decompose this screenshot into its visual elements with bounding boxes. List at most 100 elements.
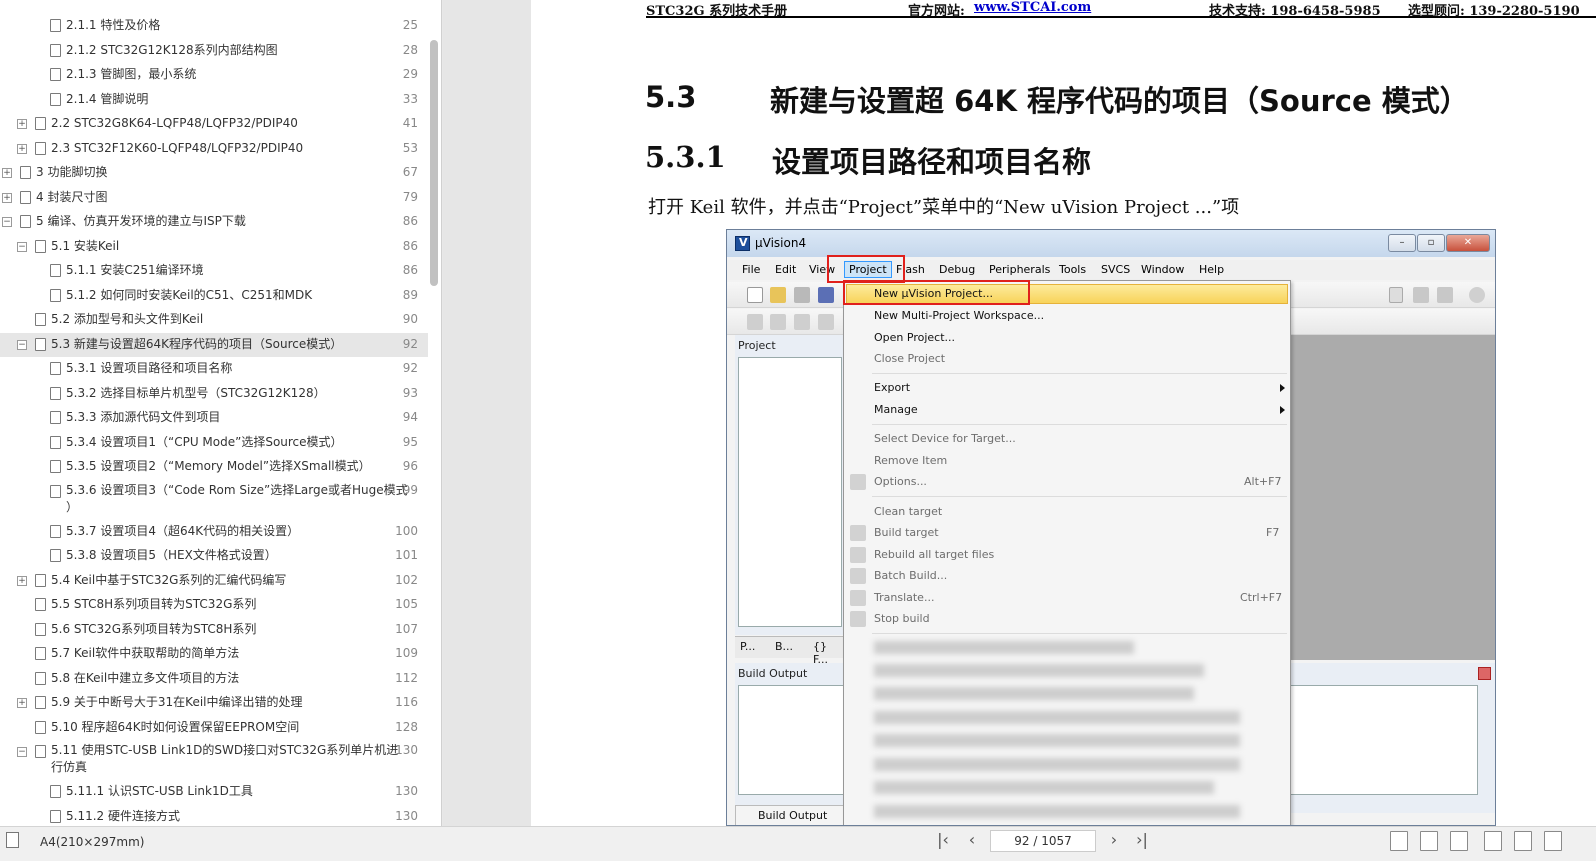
submenu-arrow-icon: [1280, 384, 1285, 392]
bookmark-item[interactable]: 5.5 STC8H系列项目转为STC32G系列 105: [0, 593, 428, 617]
bookmark-page-number: 67: [402, 165, 418, 179]
bookmark-icon: [50, 288, 61, 302]
bookmark-item[interactable]: 2.1.1 特性及价格 25: [0, 14, 428, 38]
bookmark-page-number: 96: [402, 459, 418, 473]
uvision-pane-tabs: P... B... {} F...: [735, 636, 845, 666]
bookmark-item[interactable]: 5.1.2 如何同时安装Keil的C51、C251和MDK 89: [0, 284, 428, 308]
bookmark-label: 5.3.2 选择目标单片机型号（STC32G12K128）: [66, 385, 326, 400]
expand-icon[interactable]: +: [2, 192, 12, 203]
bookmark-item[interactable]: − 5.1 安装Keil 86: [0, 235, 428, 259]
bookmark-icon: [35, 117, 46, 130]
expand-icon[interactable]: +: [2, 168, 12, 178]
bookmark-label: 5 编译、仿真开发环境的建立与ISP下载: [36, 214, 246, 228]
bookmark-icon: [35, 745, 46, 758]
last-page-button[interactable]: ›|: [1132, 831, 1152, 851]
bookmark-item[interactable]: 5.10 程序超64K时如何设置保留EEPROM空间 128: [0, 716, 428, 740]
bookmark-item[interactable]: 5.6 STC32G系列项目转为STC8H系列 107: [0, 618, 428, 642]
bookmark-label: 5.9 关于中断号大于31在Keil中编译出错的处理: [51, 695, 303, 709]
bookmark-item[interactable]: − 5 编译、仿真开发环境的建立与ISP下载 86: [0, 210, 428, 234]
bookmark-item[interactable]: 5.3.7 设置项目4（超64K代码的相关设置） 100: [0, 520, 428, 544]
menu-item-build-target: Build target: [874, 526, 939, 539]
collapse-icon[interactable]: −: [17, 339, 27, 350]
collapse-icon[interactable]: −: [2, 217, 12, 227]
bookmark-item[interactable]: 5.11.1 认识STC-USB Link1D工具 130: [0, 780, 428, 804]
menu-separator: [872, 373, 1287, 374]
bookmark-page-number: 99: [402, 482, 418, 497]
bookmark-page-number: 101: [395, 548, 418, 562]
bookmark-item[interactable]: +2.2 STC32G8K64-LQFP48/LQFP32/PDIP40 41: [0, 112, 428, 136]
bookmark-item[interactable]: 5.11.2 硬件连接方式 130: [0, 805, 428, 827]
header-site-link[interactable]: www.STCAI.com: [974, 0, 1091, 15]
page-number-input[interactable]: 92 / 1057: [990, 830, 1096, 852]
bookmark-item[interactable]: 5.1.1 安装C251编译环境 86: [0, 259, 428, 283]
header-site-label: 官方网站:: [908, 4, 965, 19]
sidebar-scrollbar[interactable]: [430, 40, 438, 286]
expand-icon[interactable]: +: [17, 698, 27, 708]
expand-icon[interactable]: +: [17, 143, 27, 154]
collapse-icon[interactable]: −: [17, 747, 27, 757]
bookmark-label: 3 功能脚切换: [36, 165, 108, 179]
expand-icon[interactable]: +: [17, 575, 27, 586]
bookmark-item[interactable]: +3 功能脚切换 67: [0, 161, 428, 185]
bookmark-icon: [50, 785, 61, 798]
bookmark-page-number: 41: [402, 116, 418, 130]
bookmark-icon: [35, 313, 46, 326]
bookmark-item[interactable]: +5.9 关于中断号大于31在Keil中编译出错的处理 116: [0, 691, 428, 715]
shortcut-translate: Ctrl+F7: [1240, 591, 1283, 604]
menu-item-translate: Translate...: [874, 591, 935, 604]
bookmark-label: 5.6 STC32G系列项目转为STC8H系列: [51, 621, 257, 636]
bookmark-item[interactable]: +2.3 STC32F12K60-LQFP48/LQFP32/PDIP40 53: [0, 137, 428, 161]
bookmark-page-number: 29: [402, 67, 418, 81]
bookmark-item[interactable]: 5.2 添加型号和头文件到Keil 90: [0, 308, 428, 332]
prev-page-button[interactable]: ‹: [962, 831, 982, 851]
header-manual-title: STC32G 系列技术手册: [646, 4, 788, 19]
collapse-icon[interactable]: −: [17, 241, 27, 252]
first-page-button[interactable]: |‹: [933, 831, 953, 851]
single-page-view-icon[interactable]: [1390, 831, 1408, 851]
uvision-screenshot: µVision4 – ▫ ✕ File Edit View Project Fl…: [726, 229, 1496, 826]
bookmark-item[interactable]: 5.3.8 设置项目5（HEX文件格式设置） 101: [0, 544, 428, 568]
bookmark-label: 2.1.1 特性及价格: [66, 18, 161, 32]
batch-build-icon: [850, 568, 866, 584]
close-icon: ✕: [1446, 234, 1490, 252]
bookmark-item[interactable]: 5.3.4 设置项目1（“CPU Mode”选择Source模式） 95: [0, 431, 428, 455]
bookmark-sidebar[interactable]: 2.1.1 特性及价格 25 2.1.2 STC32G12K128系列内部结构图 28…: [0, 0, 442, 826]
bookmark-item[interactable]: 2.1.2 STC32G12K128系列内部结构图 28: [0, 39, 428, 63]
expand-icon[interactable]: +: [17, 119, 27, 129]
bookmark-item[interactable]: +4 封装尺寸图 79: [0, 186, 428, 210]
bookmark-item[interactable]: 5.8 在Keil中建立多文件项目的方法 112: [0, 667, 428, 691]
bookmark-item[interactable]: 5.7 Keil软件中获取帮助的简单方法 109: [0, 642, 428, 666]
bookmark-item[interactable]: − 5.3 新建与设置超64K程序代码的项目（Source模式） 92: [0, 332, 428, 357]
next-page-button[interactable]: ›: [1104, 831, 1124, 851]
fit-width-view-icon[interactable]: [1450, 831, 1468, 851]
blurred-menu-item: [874, 711, 1240, 724]
bookmark-page-number: 92: [402, 361, 418, 375]
bookmark-icon: [50, 411, 61, 424]
bookmark-item[interactable]: 2.1.3 管脚图，最小系统 29: [0, 63, 428, 87]
continuous-view-icon[interactable]: [1484, 831, 1502, 851]
menu-item-close-project: Close Project: [874, 352, 946, 365]
facing-view-icon[interactable]: [1514, 831, 1532, 851]
uvision-title: µVision4: [755, 236, 807, 250]
tab-books: B...: [775, 640, 794, 653]
bookmark-icon: [35, 671, 46, 685]
bookmark-page-number: 107: [395, 621, 418, 636]
bookmark-page-number: 89: [402, 287, 418, 302]
bookmark-item[interactable]: 2.1.4 管脚说明 33: [0, 88, 428, 112]
bookmark-item[interactable]: 5.3.1 设置项目路径和项目名称 92: [0, 357, 428, 381]
fit-page-view-icon[interactable]: [1420, 831, 1438, 851]
bookmark-item[interactable]: − 5.11 使用STC-USB Link1D的SWD接口对STC32G系列单片机…: [0, 740, 428, 780]
bookmark-label: 2.1.4 管脚说明: [66, 91, 149, 106]
bookmark-item[interactable]: 5.3.5 设置项目2（“Memory Model”选择XSmall模式） 96: [0, 455, 428, 479]
bookmark-item[interactable]: 5.3.3 添加源代码文件到项目 94: [0, 406, 428, 430]
bookmark-icon: [50, 524, 61, 538]
book-view-icon[interactable]: [1544, 831, 1562, 851]
bookmark-item[interactable]: 5.3.6 设置项目3（“Code Rom Size”选择Large或者Huge…: [0, 480, 428, 520]
bookmark-label: 5.3.4 设置项目1（“CPU Mode”选择Source模式）: [66, 434, 343, 449]
annotation-box-new-project: [843, 280, 1030, 305]
bookmark-icon: [20, 166, 31, 179]
bookmark-page-number: 93: [402, 385, 418, 400]
bookmark-item[interactable]: 5.3.2 选择目标单片机型号（STC32G12K128） 93: [0, 382, 428, 406]
bookmark-item[interactable]: +5.4 Keil中基于STC32G系列的汇编代码编写 102: [0, 569, 428, 593]
project-pane-label: Project: [738, 339, 776, 352]
